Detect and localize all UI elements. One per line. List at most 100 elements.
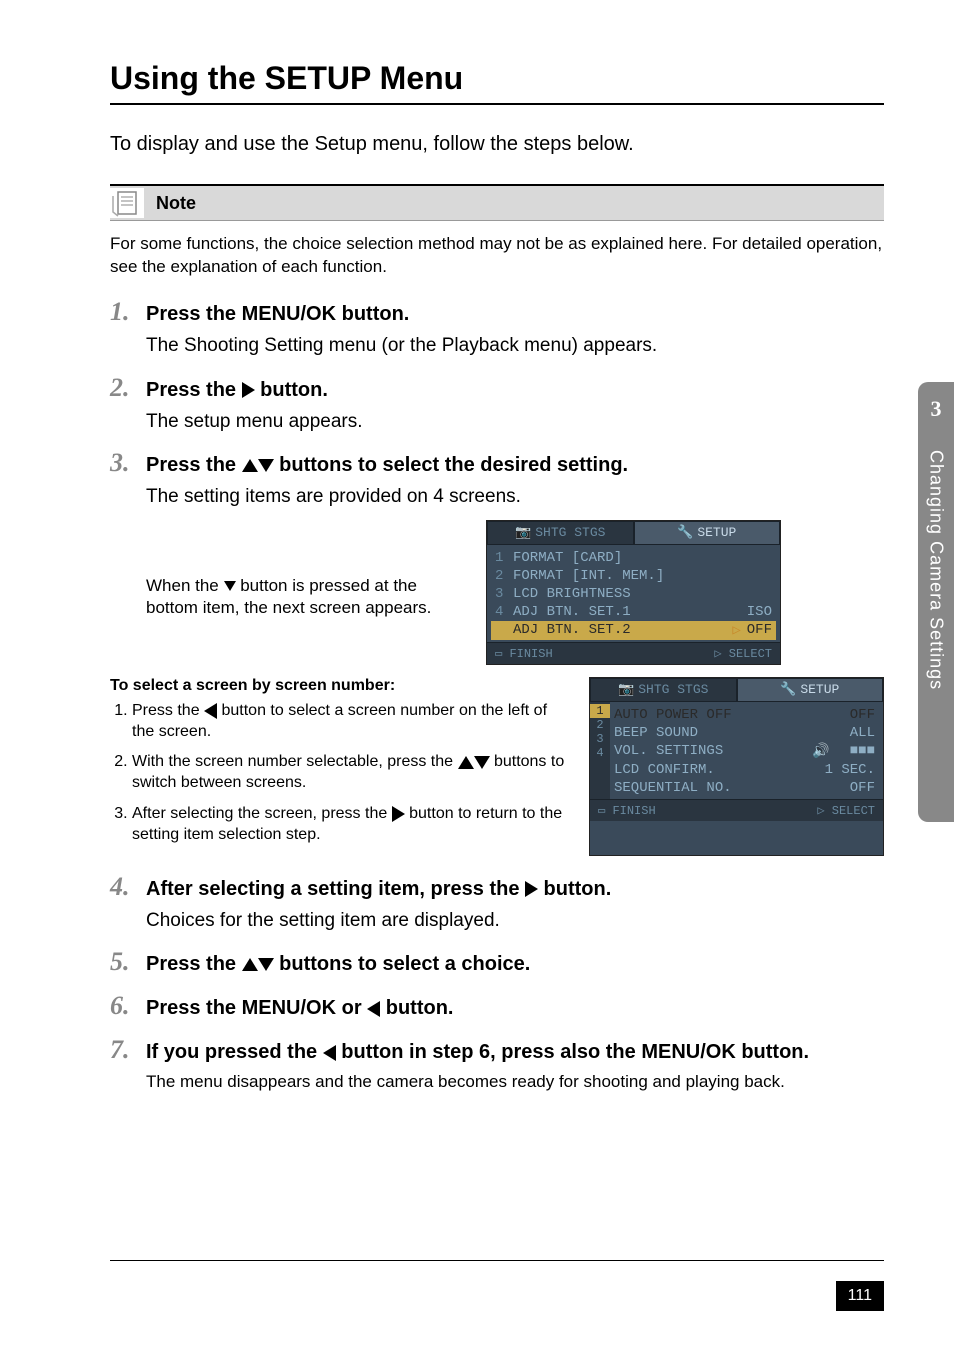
chapter-tab: 3 Changing Camera Settings (918, 382, 954, 822)
step-number: 4. (110, 872, 132, 902)
menu-icon: ▭ (495, 647, 502, 661)
menu-ok-label: MENU/OK (242, 303, 336, 325)
note-label: Note (156, 193, 196, 214)
lcd-screen-numbers: 1 2 3 4 (590, 702, 610, 799)
text: When the (146, 576, 224, 595)
triangle-down-icon (258, 958, 274, 971)
menu-ok-label: MENU/OK (242, 997, 336, 1019)
text: button. (736, 1041, 809, 1063)
footer: 111 (836, 1281, 884, 1311)
triangle-left-icon (367, 1001, 380, 1017)
triangle-up-icon (458, 756, 474, 769)
note-header: Note (110, 184, 884, 221)
text: Press the (146, 997, 242, 1019)
row-label: LCD CONFIRM. (614, 762, 819, 778)
step-body: Choices for the setting item are display… (146, 908, 884, 934)
tab-label: SETUP (800, 682, 839, 697)
camera-icon: 📷 (515, 525, 531, 540)
step-7: 7. If you pressed the button in step 6, … (110, 1035, 884, 1094)
lcd-tab-shtg: 📷 SHTG STGS (590, 678, 737, 702)
text: With the screen number selectable, press… (132, 753, 458, 770)
tab-label: SHTG STGS (535, 525, 605, 540)
step-number: 2. (110, 373, 132, 403)
text: Press the (146, 953, 242, 975)
row-val: OFF (850, 707, 875, 723)
lcd-screen-2: 📷 SHTG STGS 🔧 SETUP 1 2 (589, 677, 884, 856)
page-number: 111 (836, 1281, 884, 1311)
camera-icon: 📷 (618, 682, 634, 697)
step-body: The setting items are provided on 4 scre… (146, 484, 884, 510)
row-label: LCD BRIGHTNESS (513, 586, 766, 602)
row-val: OFF (850, 780, 875, 796)
footer-right: SELECT (832, 804, 875, 818)
lcd-row: SEQUENTIAL NO.OFF (610, 779, 879, 797)
row-num: 1 (495, 550, 507, 566)
row-val: ■■■ (850, 743, 875, 759)
text: After selecting the screen, press the (132, 805, 392, 822)
menu-icon: ▭ (598, 804, 605, 818)
lcd-footer: ▭ FINISH ▷ SELECT (590, 799, 883, 821)
text: button. (336, 303, 409, 325)
row-num: 3 (495, 586, 507, 602)
footer-left: FINISH (509, 647, 552, 661)
screen-num: 2 (596, 718, 603, 732)
step-1: 1. Press the MENU/OK button. The Shootin… (110, 297, 884, 359)
text: If you pressed the (146, 1041, 323, 1063)
lcd-row: LCD CONFIRM.1 SEC. (610, 761, 879, 779)
lcd-row: BEEP SOUNDALL (610, 724, 879, 742)
screen-num: 3 (596, 732, 603, 746)
sbn-item: After selecting the screen, press the bu… (132, 804, 569, 846)
triangle-right-icon (242, 382, 255, 398)
step-body: The Shooting Setting menu (or the Playba… (146, 333, 884, 359)
text: or (336, 997, 367, 1019)
row-label: BEEP SOUND (614, 725, 844, 741)
tab-label: SHTG STGS (638, 682, 708, 697)
text: button. (380, 997, 453, 1019)
row-label: AUTO POWER OFF (614, 707, 844, 723)
step-body: The setup menu appears. (146, 409, 884, 435)
lcd-tab-shtg: 📷 SHTG STGS (487, 521, 634, 545)
chapter-number: 3 (931, 396, 942, 422)
triangle-down-icon (224, 581, 236, 591)
sbn-title: To select a screen by screen number: (110, 677, 569, 695)
text: buttons to select the desired setting. (274, 454, 629, 476)
step-5: 5. Press the buttons to select a choice. (110, 947, 884, 977)
triangle-right-icon: ▷ (817, 804, 824, 818)
lcd-row-highlight: ADJ BTN. SET.2▷OFF (491, 621, 776, 640)
row-label: ADJ BTN. SET.1 (513, 604, 741, 620)
text: button. (538, 878, 611, 900)
lcd-footer: ▭ FINISH ▷ SELECT (487, 642, 780, 664)
row-label: ADJ BTN. SET.2 (513, 622, 726, 638)
triangle-up-icon (242, 459, 258, 472)
page-title: Using the SETUP Menu (110, 60, 884, 105)
triangle-right-icon (525, 881, 538, 897)
text: Press the (146, 379, 242, 401)
footer-right: SELECT (729, 647, 772, 661)
lcd-row: 1 FORMAT [CARD] (491, 549, 776, 567)
lcd-row: 2FORMAT [INT. MEM.] (491, 567, 776, 585)
row-label: FORMAT [CARD] (513, 550, 766, 566)
step-number: 3. (110, 448, 132, 478)
step-body: The menu disappears and the camera becom… (146, 1071, 884, 1094)
lcd-items: AUTO POWER OFF OFF BEEP SOUNDALL VOL. SET… (610, 702, 883, 799)
tab-label: SETUP (697, 525, 736, 540)
lcd-items: 1 FORMAT [CARD] 2FORMAT [INT. MEM.] 3 LCD … (487, 545, 780, 642)
triangle-up-icon (242, 958, 258, 971)
step-4: 4. After selecting a setting item, press… (110, 872, 884, 934)
row-label: FORMAT [INT. MEM.] (513, 568, 766, 584)
step-number: 7. (110, 1035, 132, 1065)
text: Press the (146, 454, 242, 476)
note-icon (110, 188, 144, 218)
step-title: Press the buttons to select a choice. (146, 953, 530, 976)
row-label: VOL. SETTINGS (614, 743, 806, 759)
sbn-item: Press the button to select a screen numb… (132, 701, 569, 743)
step-title: If you pressed the button in step 6, pre… (146, 1041, 809, 1064)
lcd-screen-1: 📷 SHTG STGS 🔧 SETUP 1FORMAT [CARD] 2FORM… (486, 520, 781, 665)
step-3: 3. Press the buttons to select the desir… (110, 448, 884, 855)
step-number: 6. (110, 991, 132, 1021)
text: Press the (132, 702, 204, 719)
triangle-down-icon (258, 459, 274, 472)
step-title: After selecting a setting item, press th… (146, 878, 611, 901)
chapter-title: Changing Camera Settings (926, 450, 947, 690)
speaker-icon: 🔊 (812, 743, 829, 760)
